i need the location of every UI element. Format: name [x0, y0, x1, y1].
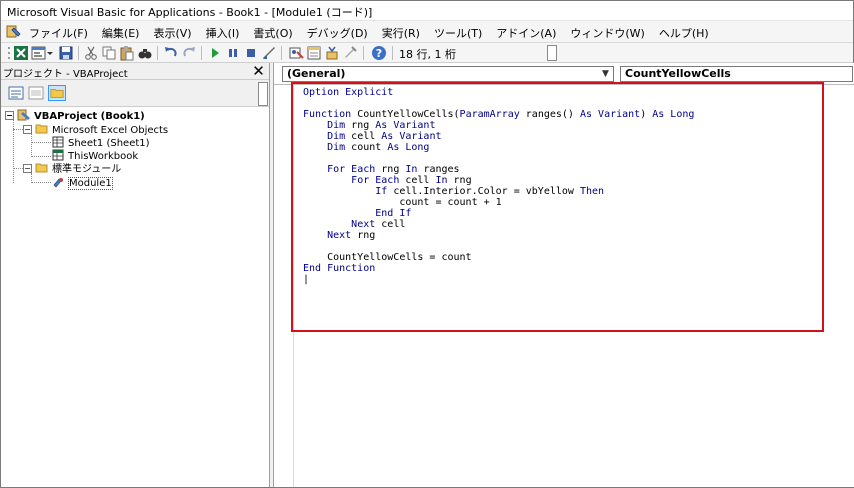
toolbar-separator	[392, 46, 393, 60]
tree-node-label: Sheet1 (Sheet1)	[68, 138, 150, 149]
collapse-icon[interactable]: −	[23, 164, 32, 173]
copy-icon[interactable]	[101, 45, 117, 61]
reset-icon[interactable]	[243, 45, 259, 61]
toolbar-separator	[201, 46, 202, 60]
cut-icon[interactable]	[83, 45, 99, 61]
tree-node-label: 標準モジュール	[52, 164, 122, 175]
folder-open-icon	[35, 124, 48, 134]
menu-bar: ファイル(F) 編集(E) 表示(V) 挿入(I) 書式(O) デバッグ(D) 実行(R) ツ…	[1, 21, 853, 43]
vbe-window: Microsoft Visual Basic for Applications …	[0, 0, 854, 488]
close-pane-button[interactable]: ✕	[251, 63, 266, 79]
procedure-combo[interactable]: CountYellowCells	[620, 66, 853, 82]
menu-item[interactable]: ウィンドウ(W)	[570, 25, 644, 41]
folder-open-icon	[35, 163, 48, 173]
menu-item[interactable]: 実行(R)	[382, 25, 420, 41]
menu-item[interactable]: ファイル(F)	[29, 25, 88, 41]
svg-text:?: ?	[376, 47, 382, 60]
tree-node-excel-objects[interactable]: − Microsoft Excel Objects	[23, 123, 168, 136]
toggle-folders-icon[interactable]	[48, 85, 66, 101]
undo-icon[interactable]	[163, 45, 179, 61]
worksheet-icon	[52, 136, 64, 148]
object-combo-value: (General)	[287, 67, 346, 80]
view-object-icon[interactable]	[27, 85, 45, 101]
tree-node-label: Microsoft Excel Objects	[52, 125, 169, 136]
project-explorer-icon[interactable]	[288, 45, 304, 61]
menu-item[interactable]: 書式(O)	[253, 25, 292, 41]
paste-icon[interactable]	[119, 45, 135, 61]
tree-node-module1[interactable]: Module1	[51, 176, 113, 190]
insert-userform-icon[interactable]	[31, 45, 47, 61]
toolbar-separator	[363, 46, 364, 60]
procedure-combo-value: CountYellowCells	[625, 67, 731, 80]
object-combo[interactable]: (General) ▼	[282, 66, 614, 82]
tree-guide-line	[31, 133, 32, 157]
tree-node-label: Module1	[68, 177, 113, 190]
tree-guide-line	[31, 182, 51, 183]
toolbox-icon[interactable]	[342, 45, 358, 61]
collapse-icon[interactable]: −	[23, 125, 32, 134]
menu-item[interactable]: ツール(T)	[434, 25, 482, 41]
toolbar-separator	[157, 46, 158, 60]
cursor-position: 18 行, 1 桁	[399, 48, 456, 61]
menu-item[interactable]: ヘルプ(H)	[659, 25, 709, 41]
tree-node-modules[interactable]: − 標準モジュール	[23, 162, 121, 175]
menu-item[interactable]: 編集(E)	[102, 25, 140, 41]
tree-guide-line	[13, 168, 23, 169]
vbaproject-icon	[17, 109, 30, 121]
project-explorer-toolbar	[1, 80, 269, 107]
excel-view-icon[interactable]	[13, 45, 29, 61]
help-icon[interactable]: ?	[371, 45, 387, 61]
workbook-icon	[52, 149, 64, 161]
tree-node-label: ThisWorkbook	[68, 151, 139, 162]
pane-scroll-handle[interactable]	[258, 82, 268, 106]
chevron-down-icon[interactable]: ▼	[598, 67, 613, 81]
tree-node-label: VBAProject (Book1)	[34, 111, 145, 122]
window-title: Microsoft Visual Basic for Applications …	[7, 6, 373, 19]
design-mode-icon[interactable]	[261, 45, 277, 61]
tree-guide-line	[31, 156, 51, 157]
find-icon[interactable]	[137, 45, 153, 61]
properties-window-icon[interactable]	[306, 45, 322, 61]
title-bar: Microsoft Visual Basic for Applications …	[1, 1, 853, 21]
break-icon[interactable]	[225, 45, 241, 61]
highlight-annotation-box	[291, 82, 824, 332]
toolbar-separator	[78, 46, 79, 60]
project-explorer-header: プロジェクト - VBAProject ✕	[1, 63, 269, 80]
redo-icon[interactable]	[181, 45, 197, 61]
project-explorer-title: プロジェクト - VBAProject	[3, 69, 128, 80]
tree-node-thisworkbook[interactable]: ThisWorkbook	[51, 149, 138, 162]
run-icon[interactable]	[207, 45, 223, 61]
view-code-icon[interactable]	[7, 85, 25, 101]
menu-item[interactable]: 表示(V)	[153, 25, 191, 41]
standard-toolbar: ? 18 行, 1 桁	[1, 43, 853, 63]
dropdown-arrow-icon[interactable]	[46, 45, 54, 61]
menu-item[interactable]: アドイン(A)	[496, 25, 556, 41]
vba-app-icon[interactable]	[6, 24, 22, 40]
tree-node-sheet1[interactable]: Sheet1 (Sheet1)	[51, 136, 150, 149]
tree-guide-line	[13, 129, 23, 130]
tree-node-project[interactable]: − VBAProject (Book1)	[5, 109, 145, 122]
module-icon	[53, 178, 63, 188]
menu-item[interactable]: 挿入(I)	[206, 25, 240, 41]
toolbar-separator	[281, 46, 282, 60]
menu-item[interactable]: デバッグ(D)	[307, 25, 368, 41]
tree-guide-line	[31, 142, 51, 143]
object-browser-icon[interactable]	[324, 45, 340, 61]
save-icon[interactable]	[58, 45, 74, 61]
project-explorer: プロジェクト - VBAProject ✕ − VBAProject (Book1…	[1, 63, 270, 487]
menu-items: ファイル(F) 編集(E) 表示(V) 挿入(I) 書式(O) デバッグ(D) 実行(R) ツ…	[29, 25, 723, 41]
toolbar-overflow-handle[interactable]	[547, 45, 557, 61]
collapse-icon[interactable]: −	[5, 111, 14, 120]
